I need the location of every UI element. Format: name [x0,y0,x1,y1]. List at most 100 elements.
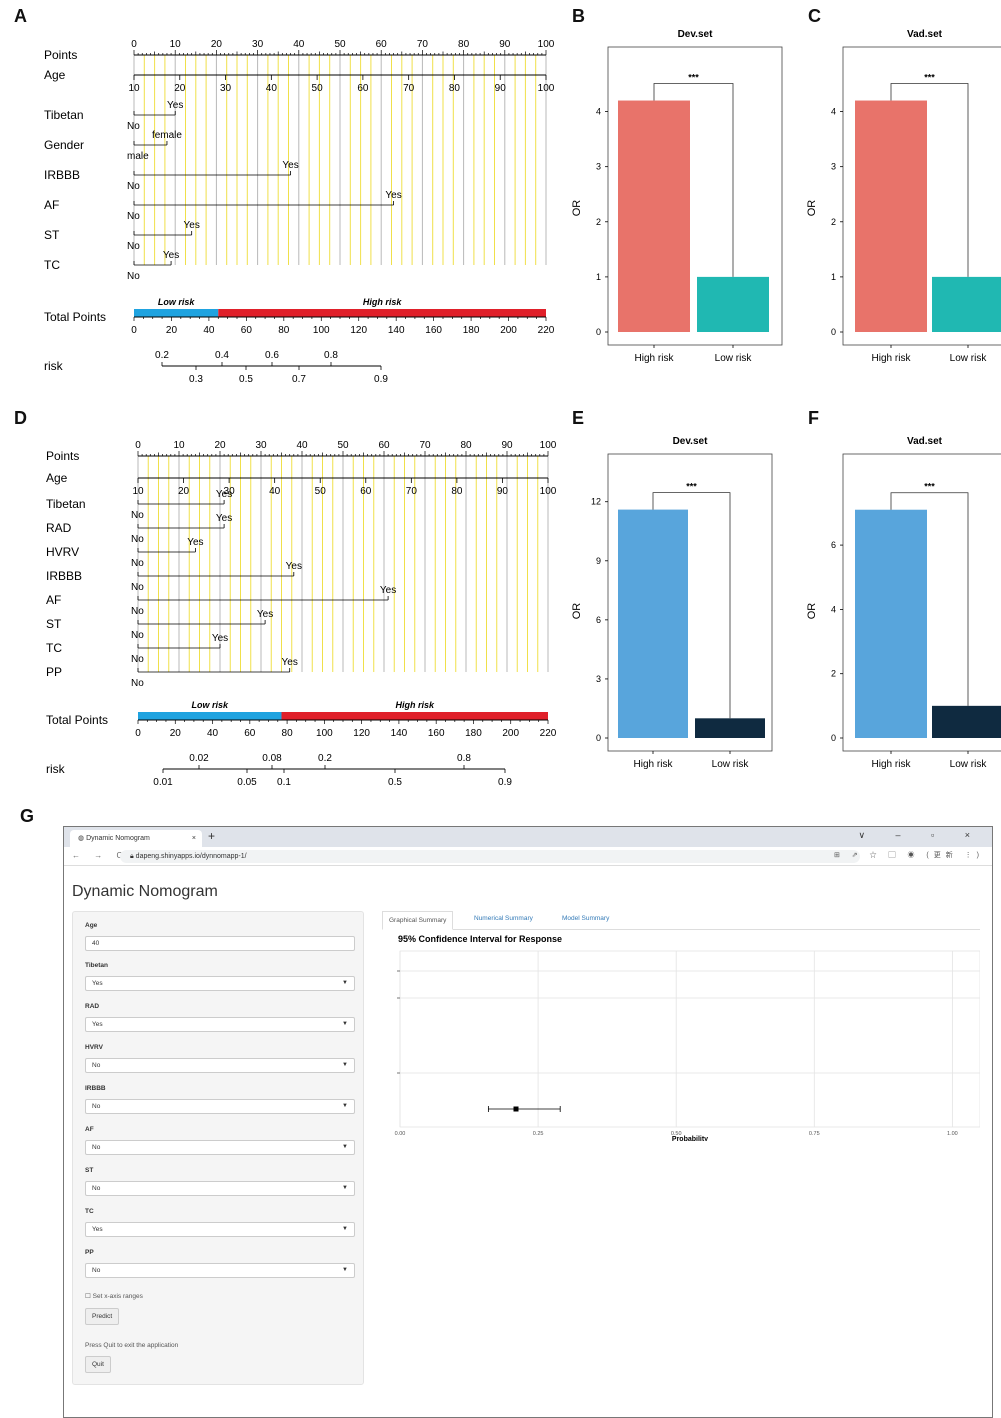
level-label: Yes [380,585,396,596]
variable-label: ST [44,228,60,242]
x-tick-label: Low risk [950,353,988,364]
high-risk-label: High risk [395,700,435,710]
y-tick-label: 1 [596,272,601,282]
tc-select[interactable]: Yes ▼ [85,1222,355,1237]
x-tick-label: High risk [872,759,912,770]
checkbox-label: Set x-axis ranges [92,1293,143,1300]
field-label-af: AF [85,1126,94,1133]
tibetan-select[interactable]: Yes ▼ [85,976,355,991]
level-label: Yes [257,609,273,620]
browser-toolbar[interactable]: ⊞ ⇗ ☆ ▢ ◉ (更新 ⋮) [834,850,984,860]
risk-tick-label: 0.8 [457,753,471,764]
age-tick-label: 30 [220,83,232,94]
level-label: No [131,510,144,521]
total-points-tick-label: 60 [241,325,253,336]
risk-tick-label: 0.01 [153,777,173,788]
y-axis-label: OR [806,603,818,620]
significance-label: *** [686,482,697,492]
variable-label: ST [46,617,62,631]
x-tick-label: Low risk [950,759,988,770]
browser-tab[interactable]: ◍ Dynamic Nomogram × [70,830,202,847]
st-value: No [92,1185,101,1192]
total-points-tick-label: 180 [463,325,480,336]
total-points-tick-label: 60 [244,728,256,739]
chevron-down-icon: ▼ [342,1185,348,1191]
bar-chart-title: Vad.set [907,29,943,40]
y-tick-label: 2 [831,669,836,679]
new-tab-button[interactable]: + [208,829,215,843]
points-tick-label: 30 [252,39,264,50]
level-label: Yes [167,100,183,111]
risk-label: risk [44,359,64,373]
points-tick-label: 90 [501,440,513,451]
level-label: No [131,630,144,641]
points-tick-label: 70 [419,440,431,451]
variable-label: RAD [46,521,72,535]
bar-high-risk [855,100,927,333]
age-tick-label: 90 [497,486,509,497]
significance-label: *** [924,73,935,83]
variable-label: AF [46,593,61,607]
variable-label: Tibetan [46,497,86,511]
predict-button[interactable]: Predict [85,1308,120,1325]
level-label: Yes [216,489,232,500]
age-tick-label: 90 [495,83,507,94]
level-label: No [131,582,144,593]
close-tab-icon[interactable]: × [192,830,196,847]
total-points-tick-label: 0 [131,325,137,336]
page-title: Dynamic Nomogram [72,883,218,900]
total-points-label: Total Points [46,713,108,727]
bar-chart-vad-set-c: Vad.set OR 0 1 2 3 4 High risk Low risk *** [806,29,1001,364]
tab-graphical-summary[interactable]: Graphical Summary [382,911,454,930]
total-points-tick-label: 40 [207,728,219,739]
tab-numerical-summary[interactable]: Numerical Summary [474,915,533,922]
level-label: No [131,534,144,545]
y-tick-label: 4 [831,604,836,614]
variable-label: TC [46,641,62,655]
field-label-tibetan: Tibetan [85,962,108,969]
high-risk-label: High risk [363,297,403,307]
confidence-interval-plot: 95% Confidence Interval for Response 0.00… [395,934,980,1141]
chevron-down-icon: ▼ [342,1103,348,1109]
risk-tick-label: 0.7 [292,374,306,385]
points-tick-label: 90 [499,39,511,50]
chevron-down-icon: ▼ [342,1062,348,1068]
variable-label: IRBBB [46,569,82,583]
hvrv-select[interactable]: No ▼ [85,1058,355,1073]
af-select[interactable]: No ▼ [85,1140,355,1155]
st-select[interactable]: No ▼ [85,1181,355,1196]
chevron-down-icon: ▼ [342,980,348,986]
xaxis-range-checkbox[interactable]: ☐ Set x-axis ranges [85,1292,143,1300]
total-points-tick-label: 40 [203,325,215,336]
input-sidebar: Age 40 Tibetan Yes ▼ RAD Yes ▼ HVRV No ▼ IR… [72,911,364,1385]
x-tick-label: 0.00 [395,1131,406,1137]
y-tick-label: 4 [831,107,836,117]
points-tick-label: 80 [460,440,472,451]
rad-select[interactable]: Yes ▼ [85,1017,355,1032]
points-tick-label: 80 [458,39,470,50]
window-controls[interactable]: ∨ – ▫ × [858,830,984,841]
points-tick-label: 60 [376,39,388,50]
irbbb-value: No [92,1103,101,1110]
y-tick-label: 9 [596,556,601,566]
low-risk-bar [138,712,282,720]
chevron-down-icon: ▼ [342,1144,348,1150]
ci-plot-title: 95% Confidence Interval for Response [398,934,562,944]
af-value: No [92,1144,101,1151]
pp-select[interactable]: No ▼ [85,1263,355,1278]
browser-window: ◍ Dynamic Nomogram × + ∨ – ▫ × ← → C 🔒︎ … [63,826,993,1418]
quit-button[interactable]: Quit [85,1356,111,1373]
y-axis-label: OR [571,200,583,217]
tab-model-summary[interactable]: Model Summary [562,915,609,922]
age-tick-label: 60 [357,83,369,94]
low-risk-label: Low risk [158,297,196,307]
y-tick-label: 0 [831,733,836,743]
level-label: No [127,271,140,282]
total-points-tick-label: 220 [540,728,557,739]
irbbb-select[interactable]: No ▼ [85,1099,355,1114]
url-field[interactable]: 🔒︎ dapeng.shinyapps.io/dynnomapp-1/ [120,850,860,863]
points-tick-label: 100 [538,39,555,50]
age-input[interactable]: 40 [85,936,355,951]
risk-tick-label: 0.8 [324,350,338,361]
age-tick-label: 70 [406,486,418,497]
